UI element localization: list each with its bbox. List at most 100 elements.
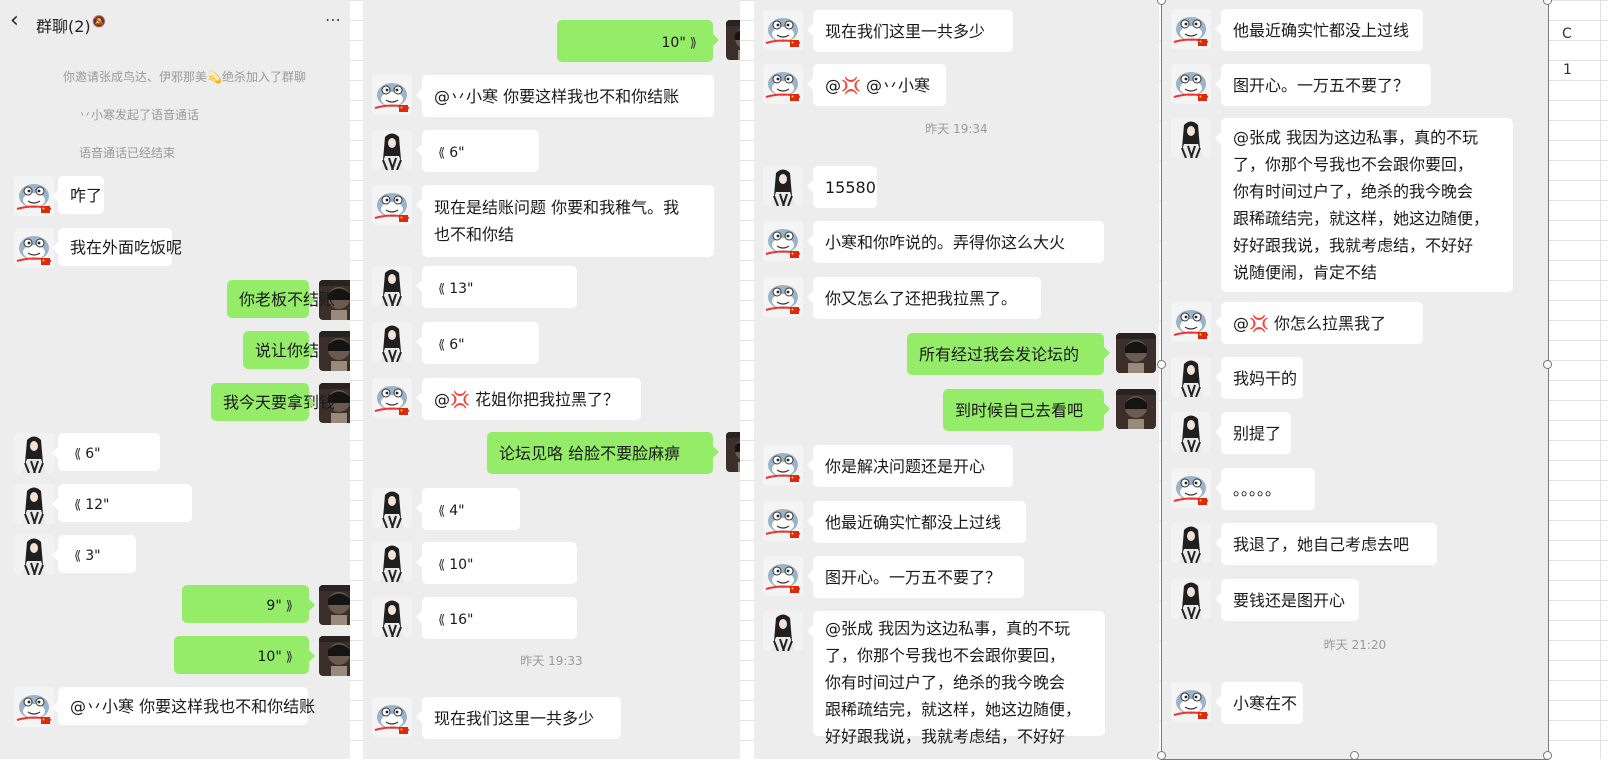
avatar[interactable]: [372, 697, 412, 737]
avatar[interactable]: [14, 535, 54, 575]
avatar[interactable]: [372, 266, 412, 306]
voice-message[interactable]: 9" ⟫: [182, 585, 315, 623]
message-bubble[interactable]: 现在我们这里一共多少: [807, 10, 1013, 52]
voice-message[interactable]: ⟪ 6": [52, 433, 160, 471]
avatar[interactable]: [372, 130, 412, 170]
voice-message[interactable]: 10" ⟫: [174, 636, 315, 674]
voice-message[interactable]: ⟪ 13": [416, 266, 577, 308]
avatar[interactable]: [14, 228, 54, 268]
avatar[interactable]: [1171, 682, 1211, 722]
message-text: 咋了: [70, 186, 103, 205]
message-bubble[interactable]: 咋了: [52, 176, 104, 214]
avatar[interactable]: [763, 277, 803, 317]
more-icon[interactable]: ⋯: [325, 10, 342, 29]
message-bubble[interactable]: 你老板不结账: [227, 280, 335, 318]
message-bubble[interactable]: 现在是结账问题 你要和我稚气。我 也不和你结: [416, 185, 714, 257]
message-bubble[interactable]: 你是解决问题还是开心: [807, 445, 1013, 487]
voice-message[interactable]: ⟪ 10": [416, 542, 577, 584]
message-bubble[interactable]: 你又怎么了还把我拉黑了。: [807, 277, 1041, 319]
avatar[interactable]: [372, 185, 412, 225]
avatar[interactable]: [319, 585, 350, 625]
message-bubble[interactable]: 我妈干的: [1215, 357, 1303, 399]
message-bubble[interactable]: @💢 @丷小寒: [807, 64, 946, 106]
avatar[interactable]: [1171, 412, 1211, 452]
avatar[interactable]: [14, 484, 54, 524]
avatar[interactable]: [763, 166, 803, 206]
avatar[interactable]: [319, 331, 350, 371]
avatar[interactable]: [1116, 389, 1156, 429]
message-bubble[interactable]: 现在我们这里一共多少: [416, 697, 621, 739]
message-bubble[interactable]: 所有经过我会发论坛的: [907, 333, 1110, 375]
message-bubble[interactable]: 我退了，她自己考虑去吧: [1215, 523, 1437, 565]
message-bubble[interactable]: 小寒在不: [1215, 682, 1303, 724]
avatar[interactable]: [14, 687, 54, 727]
message-bubble[interactable]: 15580: [807, 166, 877, 208]
avatar[interactable]: [1171, 468, 1211, 508]
resize-handle[interactable]: [1157, 360, 1166, 369]
avatar[interactable]: [763, 10, 803, 50]
voice-duration: 12": [85, 497, 110, 513]
message-bubble[interactable]: @张成 我因为这边私事，真的不玩 了，你那个号我也不会跟你要回， 你有时间过户了，绝…: [807, 611, 1105, 746]
avatar[interactable]: [763, 556, 803, 596]
message-bubble[interactable]: @张成 我因为这边私事，真的不玩 了，你那个号我也不会跟你要回， 你有时间过户了，绝…: [1215, 118, 1513, 292]
avatar[interactable]: [372, 542, 412, 582]
message-bubble[interactable]: @💢 花姐你把我拉黑了？: [416, 378, 641, 420]
avatar[interactable]: [763, 445, 803, 485]
avatar[interactable]: [14, 433, 54, 473]
message-bubble[interactable]: 。。。。。: [1215, 468, 1315, 510]
avatar[interactable]: [372, 322, 412, 362]
voice-message[interactable]: ⟪ 6": [416, 322, 539, 364]
avatar[interactable]: [1171, 118, 1211, 158]
avatar[interactable]: [372, 597, 412, 637]
avatar[interactable]: [319, 636, 350, 676]
avatar[interactable]: [763, 501, 803, 541]
avatar[interactable]: [1171, 523, 1211, 563]
message-bubble[interactable]: 小寒和你咋说的。弄得你这么大火: [807, 221, 1104, 263]
message-bubble[interactable]: @💢 你怎么拉黑我了: [1215, 302, 1423, 344]
voice-duration: 6": [449, 337, 465, 353]
message-bubble[interactable]: 他最近确实忙都没上过线: [807, 501, 1026, 543]
avatar[interactable]: [1171, 357, 1211, 397]
voice-message[interactable]: ⟪ 16": [416, 597, 577, 639]
avatar[interactable]: [1171, 64, 1211, 104]
message-text: @丷小寒 你要这样我也不和你结账: [70, 697, 316, 716]
message-bubble[interactable]: 到时候自己去看吧: [943, 389, 1110, 431]
message-bubble[interactable]: 我在外面吃饭呢: [52, 228, 182, 266]
avatar[interactable]: [1116, 333, 1156, 373]
message-bubble[interactable]: @丷小寒 你要这样我也不和你结账: [416, 75, 714, 117]
voice-message[interactable]: ⟪ 3": [52, 535, 136, 573]
voice-message[interactable]: ⟪ 12": [52, 484, 192, 522]
avatar[interactable]: [763, 611, 803, 651]
avatar[interactable]: [1171, 579, 1211, 619]
avatar[interactable]: [1171, 302, 1211, 342]
message-text: 我在外面吃饭呢: [70, 238, 183, 257]
avatar[interactable]: [14, 176, 54, 216]
voice-message[interactable]: 10" ⟫: [557, 20, 719, 62]
voice-wave-icon: ⟪: [438, 146, 446, 161]
avatar[interactable]: [372, 75, 412, 115]
avatar[interactable]: [763, 64, 803, 104]
message-text: 现在我们这里一共多少: [434, 709, 595, 728]
voice-message[interactable]: ⟪ 6": [416, 130, 539, 172]
message-bubble[interactable]: 说让你结: [243, 331, 319, 369]
voice-duration: 13": [449, 281, 474, 297]
message-bubble[interactable]: 他最近确实忙都没上过线: [1215, 9, 1423, 51]
message-text: 别提了: [1233, 424, 1282, 443]
avatar[interactable]: [1171, 9, 1211, 49]
avatar[interactable]: [372, 488, 412, 528]
message-bubble[interactable]: @丷小寒 你要这样我也不和你结账: [52, 687, 315, 725]
avatar[interactable]: [726, 432, 740, 472]
message-bubble[interactable]: 图开心。一万五不要了？: [807, 556, 1024, 598]
voice-message[interactable]: ⟪ 4": [416, 488, 520, 530]
avatar[interactable]: [372, 378, 412, 418]
message-bubble[interactable]: 我今天要拿到钱: [211, 383, 335, 421]
message-bubble[interactable]: 要钱还是图开心: [1215, 579, 1359, 621]
chevron-left-icon[interactable]: ‹: [10, 8, 19, 33]
voice-duration: 6": [85, 446, 101, 462]
message-bubble[interactable]: 别提了: [1215, 412, 1291, 454]
avatar[interactable]: [763, 221, 803, 261]
message-bubble[interactable]: 图开心。一万五不要了？: [1215, 64, 1431, 106]
resize-handle[interactable]: [1543, 360, 1552, 369]
avatar[interactable]: [726, 20, 740, 60]
message-bubble[interactable]: 论坛见咯 给脸不要脸麻痹: [487, 432, 719, 474]
